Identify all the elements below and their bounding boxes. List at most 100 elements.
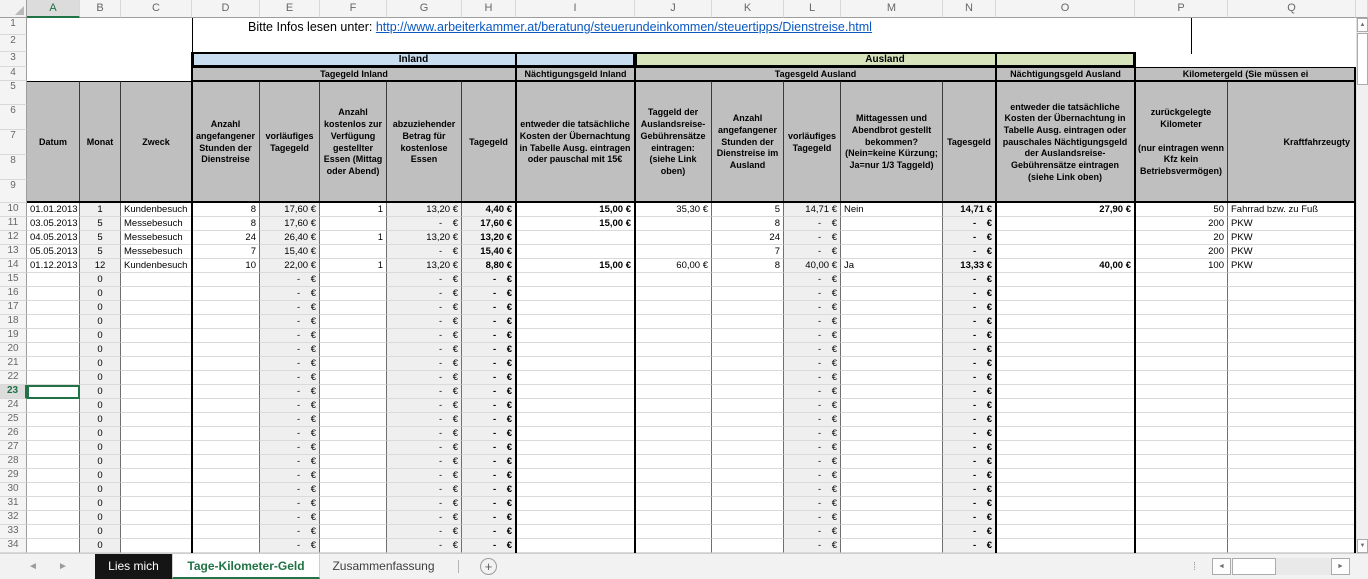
cell-D11[interactable]: 8 [192,217,260,231]
cell-E25[interactable]: - € [260,413,320,427]
cell-J33[interactable] [635,525,712,539]
cell-I12[interactable] [516,231,635,245]
cell-J24[interactable] [635,399,712,413]
header-F[interactable]: Anzahl kostenlos zur Verfügung gestellte… [320,81,387,203]
cell-O27[interactable] [996,441,1135,455]
cell-B12[interactable]: 5 [80,231,121,245]
cell-B22[interactable]: 0 [80,371,121,385]
tab-tage-kilometer-geld[interactable]: Tage-Kilometer-Geld [172,554,320,579]
cell-D12[interactable]: 24 [192,231,260,245]
cell-Q22[interactable] [1228,371,1356,385]
cell-K29[interactable] [712,469,784,483]
cell-G16[interactable]: - € [387,287,462,301]
vscroll-up-icon[interactable]: ▲ [1357,18,1368,32]
cell-M29[interactable] [841,469,943,483]
cell-I23[interactable] [516,385,635,399]
cell-E18[interactable]: - € [260,315,320,329]
cell-D19[interactable] [192,329,260,343]
cell-N15[interactable]: - € [943,273,996,287]
cell-O33[interactable] [996,525,1135,539]
cell-L26[interactable]: - € [784,427,841,441]
tab-lies-mich[interactable]: Lies mich [95,554,172,579]
cell-M34[interactable] [841,539,943,553]
cell-F10[interactable]: 1 [320,203,387,217]
row-header-29[interactable]: 29 [0,469,27,483]
cell-A33[interactable] [27,525,80,539]
cell-D15[interactable] [192,273,260,287]
cell-F12[interactable]: 1 [320,231,387,245]
cell-E15[interactable]: - € [260,273,320,287]
cell-E17[interactable]: - € [260,301,320,315]
cell-M23[interactable] [841,385,943,399]
cell-I29[interactable] [516,469,635,483]
cell-A25[interactable] [27,413,80,427]
cell-O29[interactable] [996,469,1135,483]
cell-K12[interactable]: 24 [712,231,784,245]
cell-K26[interactable] [712,427,784,441]
cell-P28[interactable] [1135,455,1228,469]
row-header-22[interactable]: 22 [0,371,27,385]
cell-J22[interactable] [635,371,712,385]
cell-A30[interactable] [27,483,80,497]
cell-D28[interactable] [192,455,260,469]
cell-H32[interactable]: - € [462,511,516,525]
row-header-12[interactable]: 12 [0,231,27,245]
vertical-scrollbar[interactable]: ▲ ▼ [1356,18,1368,553]
cell-M21[interactable] [841,357,943,371]
cell-H22[interactable]: - € [462,371,516,385]
cell-L17[interactable]: - € [784,301,841,315]
sheet-nav-left-icon[interactable]: ◄ [28,554,38,579]
cell-D33[interactable] [192,525,260,539]
cell-G26[interactable]: - € [387,427,462,441]
col-header-O[interactable]: O [996,0,1135,18]
new-sheet-button[interactable]: + [480,558,497,575]
cell-M20[interactable] [841,343,943,357]
cell-K27[interactable] [712,441,784,455]
cell-I17[interactable] [516,301,635,315]
cell-Q31[interactable] [1228,497,1356,511]
cell-E27[interactable]: - € [260,441,320,455]
cell-L23[interactable]: - € [784,385,841,399]
group-header-4[interactable]: Kilometergeld (Sie müssen ei [1135,67,1356,81]
col-header-A[interactable]: A [27,0,80,18]
cell-F27[interactable] [320,441,387,455]
cell-G30[interactable]: - € [387,483,462,497]
cell-G31[interactable]: - € [387,497,462,511]
cell-M30[interactable] [841,483,943,497]
cell-J25[interactable] [635,413,712,427]
cell-I19[interactable] [516,329,635,343]
header-K[interactable]: Anzahl angefangener Stunden der Dienstre… [712,81,784,203]
cell-N18[interactable]: - € [943,315,996,329]
cell-G10[interactable]: 13,20 € [387,203,462,217]
cell-L20[interactable]: - € [784,343,841,357]
row-header-9[interactable]: 9 [0,180,27,203]
cell-A16[interactable] [27,287,80,301]
cell-F13[interactable] [320,245,387,259]
row-header-16[interactable]: 16 [0,287,27,301]
cell-J15[interactable] [635,273,712,287]
cell-P10[interactable]: 50 [1135,203,1228,217]
cell-H10[interactable]: 4,40 € [462,203,516,217]
cell-L34[interactable]: - € [784,539,841,553]
cell-G34[interactable]: - € [387,539,462,553]
cell-N10[interactable]: 14,71 € [943,203,996,217]
cell-D32[interactable] [192,511,260,525]
cell-C24[interactable] [121,399,192,413]
cell-C16[interactable] [121,287,192,301]
cell-A34[interactable] [27,539,80,553]
cell-C20[interactable] [121,343,192,357]
cell-N12[interactable]: - € [943,231,996,245]
cell-O24[interactable] [996,399,1135,413]
cell-J14[interactable]: 60,00 € [635,259,712,273]
row-header-28[interactable]: 28 [0,455,27,469]
cell-L14[interactable]: 40,00 € [784,259,841,273]
cell-Q12[interactable]: PKW [1228,231,1356,245]
cell-D34[interactable] [192,539,260,553]
cell-E16[interactable]: - € [260,287,320,301]
group-header-2[interactable]: Tagesgeld Ausland [635,67,996,81]
cell-B19[interactable]: 0 [80,329,121,343]
col-header-F[interactable]: F [320,0,387,18]
cell-P16[interactable] [1135,287,1228,301]
cell-A21[interactable] [27,357,80,371]
cell-O32[interactable] [996,511,1135,525]
